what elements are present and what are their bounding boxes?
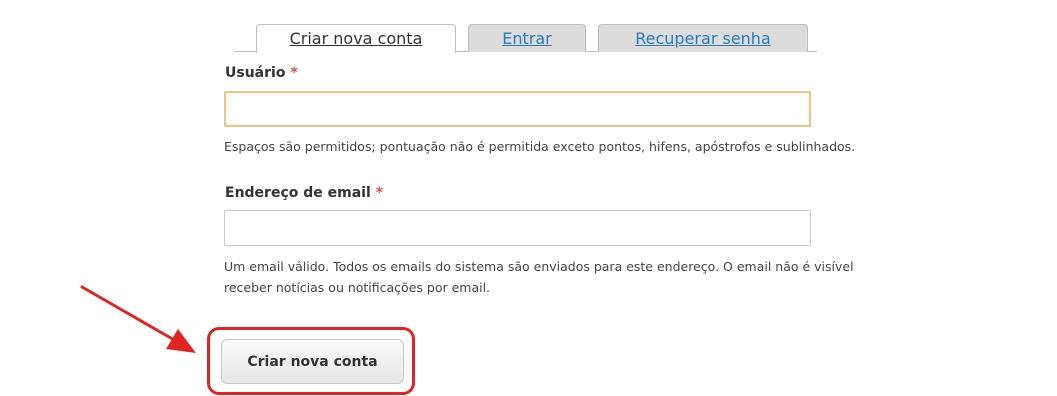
email-input[interactable] bbox=[224, 210, 811, 246]
email-description-line2: receber notícias ou notificações por ema… bbox=[224, 280, 491, 295]
tab-recover-password[interactable]: Recuperar senha bbox=[598, 24, 808, 52]
tab-create-account-label: Criar nova conta bbox=[289, 29, 423, 48]
email-label: Endereço de email * bbox=[225, 185, 383, 201]
tab-login-label: Entrar bbox=[502, 29, 552, 48]
tab-recover-password-label: Recuperar senha bbox=[635, 29, 771, 48]
username-description: Espaços são permitidos; pontuação não é … bbox=[224, 139, 856, 154]
username-label: Usuário * bbox=[225, 65, 298, 81]
email-required-mark: * bbox=[375, 185, 384, 201]
username-required-mark: * bbox=[290, 65, 298, 81]
username-label-text: Usuário bbox=[225, 65, 286, 81]
username-input[interactable] bbox=[224, 91, 811, 127]
email-label-text: Endereço de email bbox=[225, 185, 371, 201]
red-arrow-icon bbox=[80, 285, 196, 353]
create-account-button[interactable]: Criar nova conta bbox=[221, 339, 404, 384]
email-description: Um email válido. Todos os emails do sist… bbox=[224, 256, 854, 298]
account-tabs: Criar nova conta Entrar Recuperar senha bbox=[0, 0, 1057, 53]
tab-create-account[interactable]: Criar nova conta bbox=[256, 24, 456, 53]
tab-login[interactable]: Entrar bbox=[468, 24, 586, 52]
email-description-line1: Um email válido. Todos os emails do sist… bbox=[224, 259, 854, 274]
